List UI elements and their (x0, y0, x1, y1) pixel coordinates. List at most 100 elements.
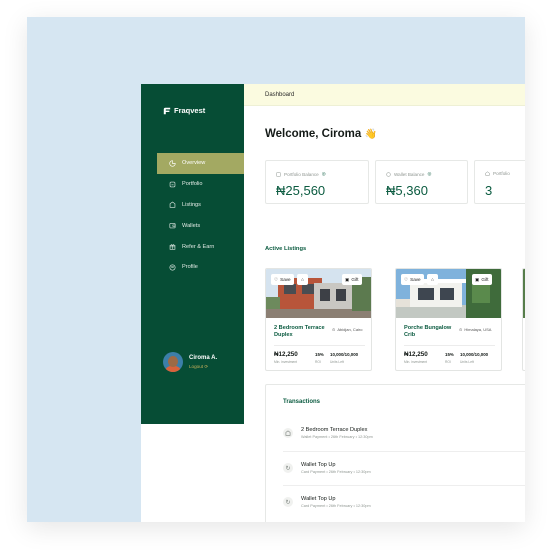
stat-label-row: Wallet Balance ◎ (386, 171, 432, 177)
section-title-active-listings: Active Listings (265, 246, 307, 252)
listing-price: ₦12,250 (404, 351, 428, 358)
gift-icon: ▣ (345, 276, 350, 282)
sidebar-item-wallets[interactable]: Wallets (157, 215, 244, 236)
tx-time: 12:30pm (355, 470, 371, 474)
gift-button[interactable]: ▣ Gift (342, 274, 362, 285)
app-window: Fraqvest Overview Portfolio Listings Wal… (141, 84, 525, 522)
listing-roi: 15% (315, 352, 324, 357)
gift-icon (169, 244, 176, 250)
tx-date: 26th February (330, 435, 355, 439)
listing-title: 2 Bedroom Terrace Duplex (274, 325, 325, 338)
gift-icon: ▣ (475, 276, 480, 282)
avatar-face (168, 356, 178, 367)
logout-label: Logout (189, 363, 204, 369)
price-caption: Min. investment (274, 360, 298, 364)
location-pin-icon: ⊙ (459, 327, 463, 332)
share-icon: ⌂ (301, 277, 304, 282)
stat-value: ₦5,360 (386, 183, 428, 198)
welcome-text: Welcome, Ciroma (265, 128, 362, 140)
tx-meta: Card Payment • 26th February • 12:30pm (301, 470, 371, 474)
sidebar-item-profile[interactable]: Profile (157, 257, 244, 278)
sidebar-item-label: Portfolio (182, 181, 203, 188)
transaction-row[interactable]: ↻ Wallet Top Up Card Payment • 26th Febr… (283, 489, 525, 515)
transactions-panel: Transactions 2 Bedroom Terrace Duplex Wa… (265, 384, 525, 522)
tx-meta: Wallet Payment • 26th February • 12:30pm (301, 435, 373, 439)
brand-logo[interactable]: Fraqvest (163, 106, 205, 115)
gift-label: Gift (351, 277, 359, 282)
share-button[interactable]: ⌂ (427, 274, 438, 285)
save-button[interactable]: ♡ Save (401, 274, 424, 285)
stat-label-row: Portfolio (485, 171, 510, 176)
tx-text: 2 Bedroom Terrace Duplex Wallet Payment … (301, 427, 373, 439)
sidebar-item-label: Listings (182, 201, 201, 208)
units-caption: Units Left (460, 360, 474, 364)
roi-caption: ROI (445, 360, 451, 364)
units-caption: Units Left (330, 360, 344, 364)
listing-units: 10,000/10,000 (460, 352, 489, 357)
sidebar-item-refer-earn[interactable]: Refer & Earn (157, 236, 244, 257)
tx-text: Wallet Top Up Card Payment • 26th Februa… (301, 462, 371, 474)
topbar: Dashboard (244, 84, 525, 106)
card-divider (404, 345, 495, 346)
overview-icon (169, 160, 176, 167)
refresh-icon: ↻ (285, 465, 291, 472)
listing-roi: 15% (445, 352, 454, 357)
logout-icon: ⟳ (204, 363, 209, 369)
tx-date: 26th February (328, 470, 353, 474)
main-content: Welcome, Ciroma 👋 Portfolio Balance ◎ ₦2… (244, 106, 525, 522)
tx-name: Wallet Top Up (301, 496, 336, 502)
tx-type: Card Payment (301, 504, 326, 508)
stat-label-row: Portfolio Balance ◎ (276, 171, 326, 177)
gift-button[interactable]: ▣ Gift (472, 274, 492, 285)
heart-icon: ♡ (404, 276, 409, 282)
price-caption: Min. investment (404, 360, 428, 364)
tx-meta: Card Payment • 26th February • 12:30pm (301, 504, 371, 508)
listing-title: Porche Bungalow Crib (404, 325, 452, 338)
avatar[interactable] (163, 352, 183, 372)
listing-card[interactable]: ♡ Save ⌂ ▣ Gift 2 Bedroom Terrace Duplex… (265, 268, 372, 371)
location-pin-icon: ⊙ (332, 327, 336, 332)
divider (283, 485, 525, 486)
card-divider (274, 345, 365, 346)
save-button[interactable]: ♡ Save (271, 274, 294, 285)
share-button[interactable]: ⌂ (297, 274, 308, 285)
portfolio-icon (276, 171, 281, 177)
sidebar-item-label: Profile (182, 264, 198, 271)
gift-label: Gift (481, 277, 489, 282)
portfolio-icon (169, 181, 176, 187)
tx-name: Wallet Top Up (301, 462, 336, 468)
brand-name: Fraqvest (174, 106, 206, 115)
listing-card-partial[interactable] (522, 268, 525, 371)
user-name: Ciroma A. (189, 354, 218, 361)
user-profile[interactable]: Ciroma A. Logout ⟳ (163, 352, 217, 372)
sidebar-item-portfolio[interactable]: Portfolio (157, 174, 244, 195)
sidebar-item-label: Wallets (182, 222, 201, 229)
transaction-row[interactable]: 2 Bedroom Terrace Duplex Wallet Payment … (283, 420, 525, 446)
user-info: Ciroma A. Logout ⟳ (189, 355, 217, 370)
listing-card[interactable]: ♡ Save ⌂ ▣ Gift Porche Bungalow Crib ⊙ H… (395, 268, 502, 371)
listing-units: 10,000/10,000 (330, 352, 359, 357)
tx-type: Wallet Payment (301, 435, 328, 439)
wallet-icon (386, 171, 391, 177)
eye-icon[interactable]: ◎ (322, 171, 326, 177)
tx-date: 26th February (328, 504, 353, 508)
sidebar-item-overview[interactable]: Overview (157, 153, 244, 174)
transaction-row[interactable]: ↻ Wallet Top Up Card Payment • 26th Febr… (283, 455, 525, 481)
eye-icon[interactable]: ◎ (427, 171, 431, 177)
save-label: Save (410, 277, 421, 282)
stat-card-portfolio-count: Portfolio 3 (474, 160, 525, 204)
listing-location: ⊙ Abidjan, Cairo (332, 327, 362, 332)
sidebar: Fraqvest Overview Portfolio Listings Wal… (141, 84, 244, 424)
tx-text: Wallet Top Up Card Payment • 26th Februa… (301, 496, 371, 508)
sidebar-item-label: Overview (182, 160, 206, 167)
sidebar-item-listings[interactable]: Listings (157, 195, 244, 216)
listing-price: ₦12,250 (274, 351, 298, 358)
save-label: Save (280, 277, 291, 282)
waving-hand-icon: 👋 (364, 129, 377, 140)
sidebar-nav: Overview Portfolio Listings Wallets Refe… (157, 153, 244, 278)
fraqvest-logo-icon (163, 107, 171, 114)
stat-card-portfolio-balance: Portfolio Balance ◎ ₦25,560 (265, 160, 369, 204)
divider (283, 451, 525, 452)
logout-link[interactable]: Logout ⟳ (189, 364, 217, 370)
stat-card-wallet-balance: Wallet Balance ◎ ₦5,360 (375, 160, 468, 204)
